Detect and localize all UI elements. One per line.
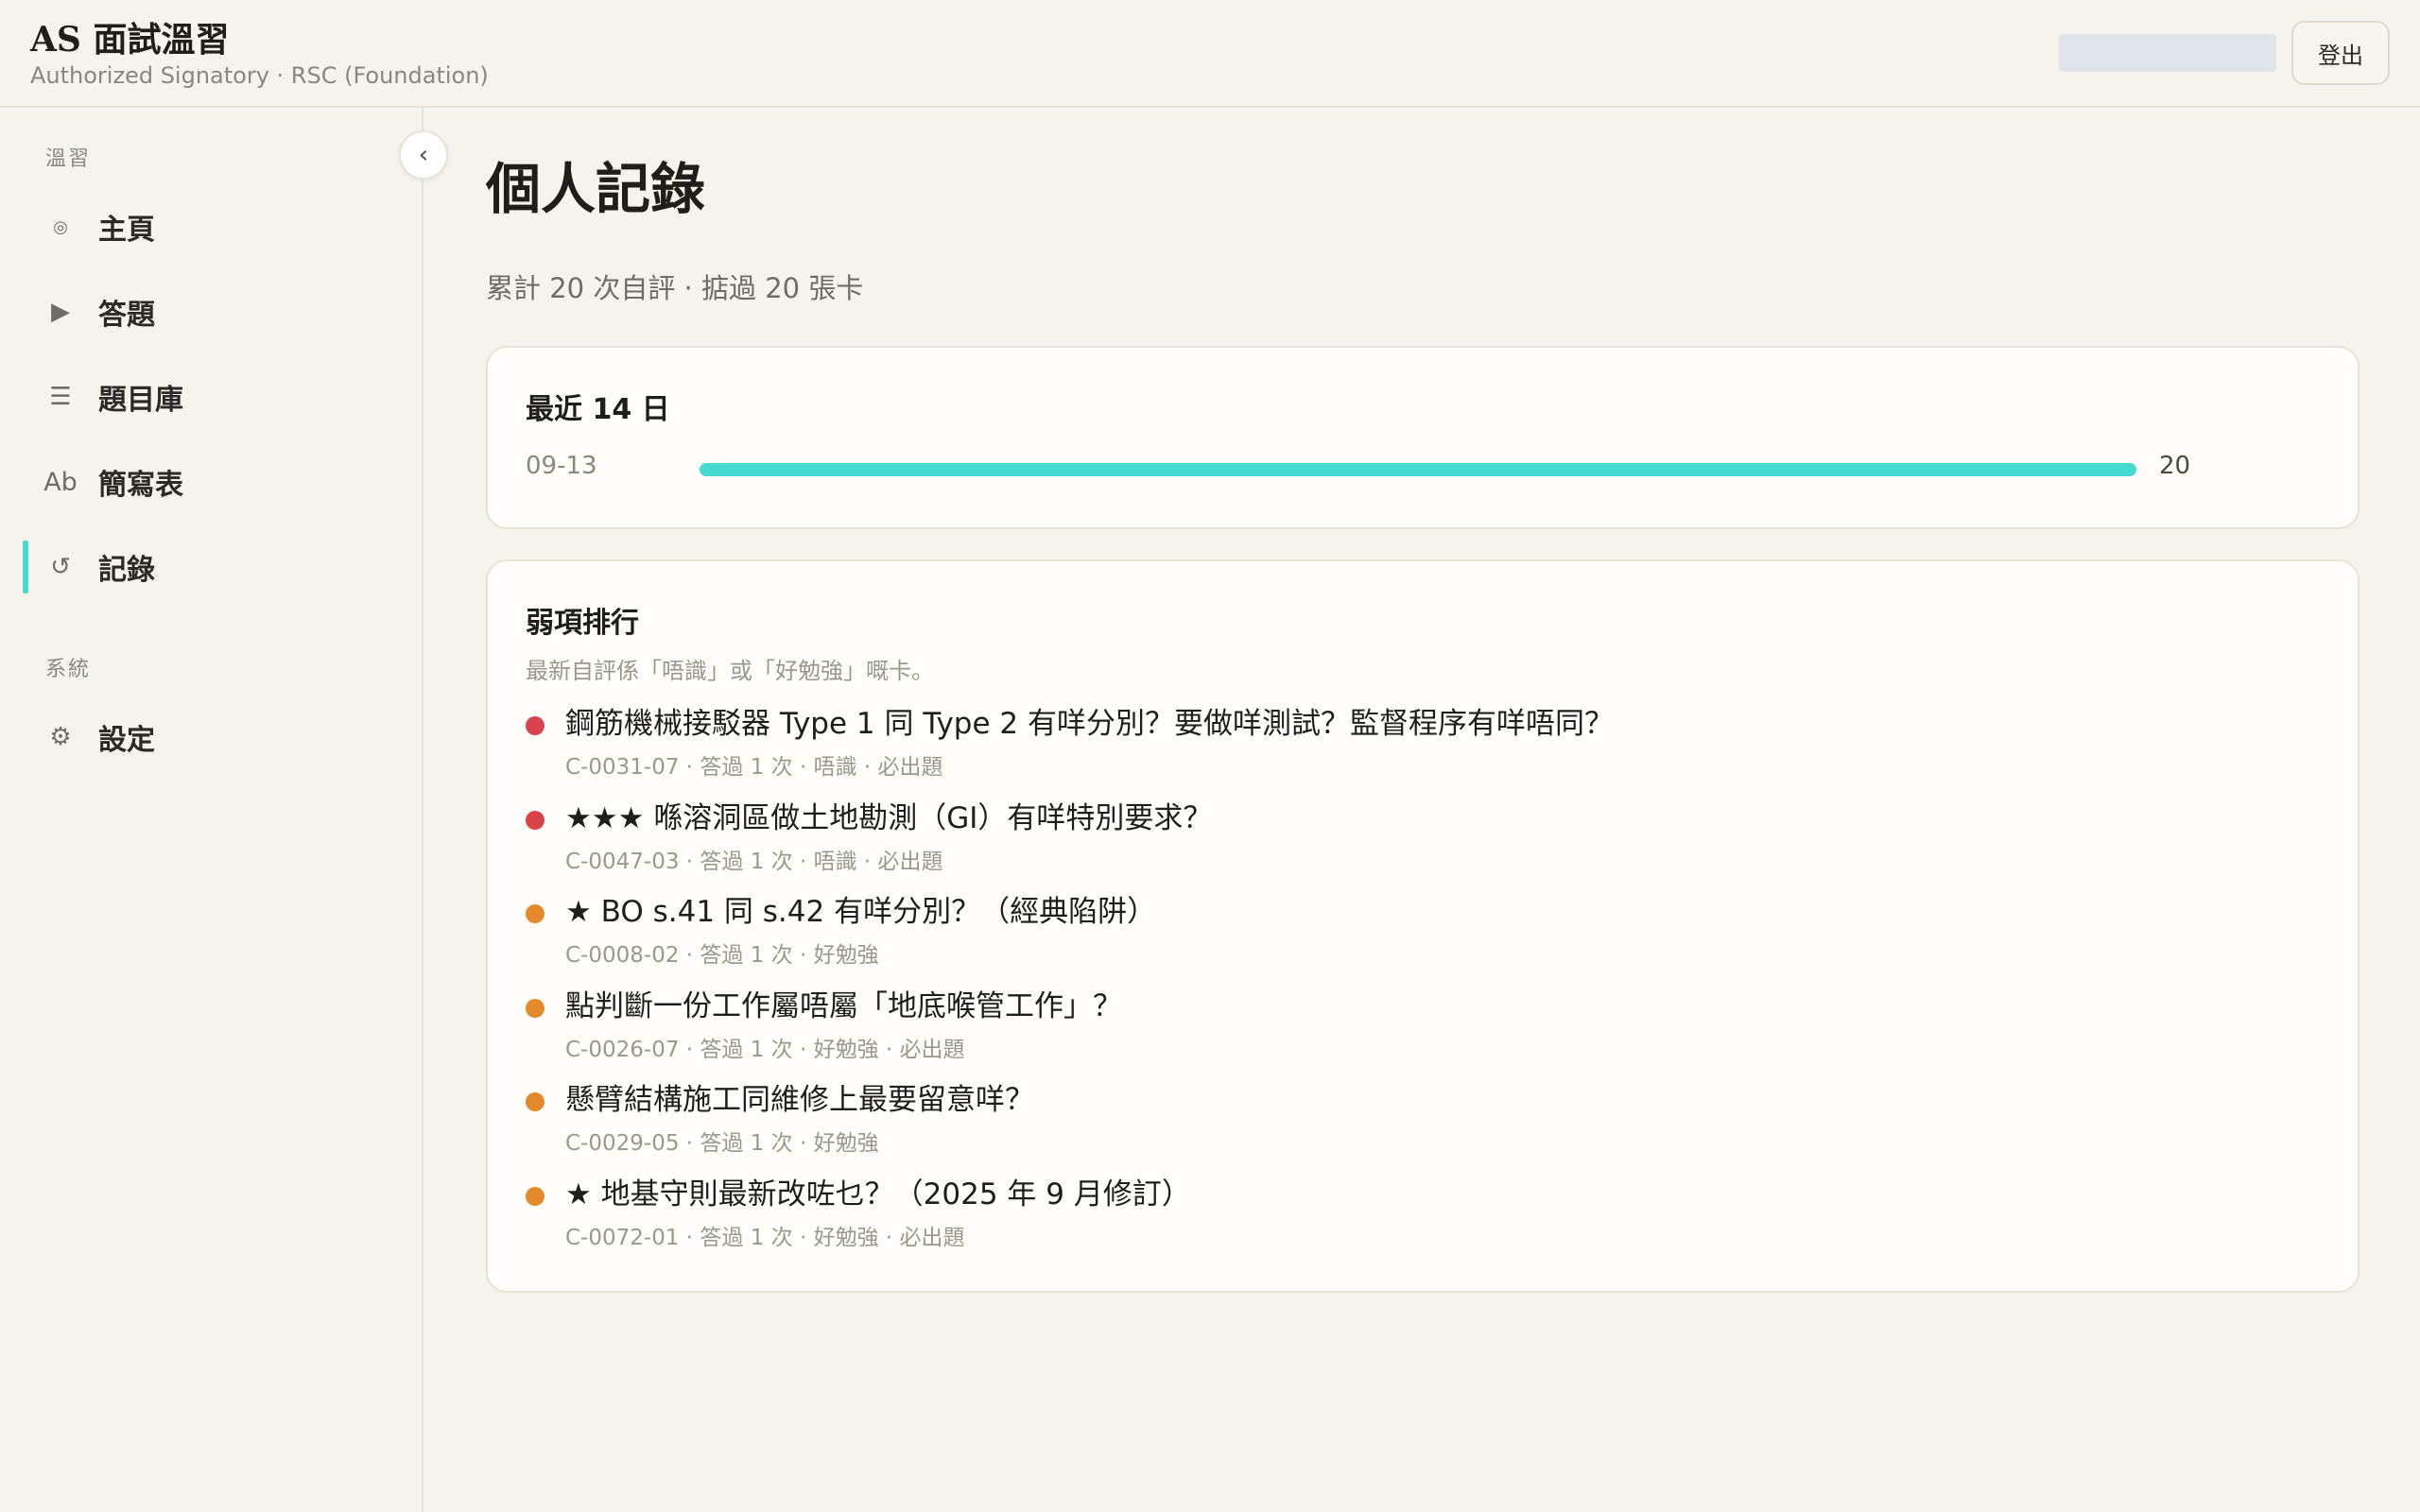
top-header: AS 面試溫習 Authorized Signatory · RSC (Foun… [0, 0, 2420, 108]
status-dot [526, 1186, 544, 1206]
status-dot [526, 904, 544, 923]
weak-list-item[interactable]: 懸臂結構施工同維修上最要留意咩？ C-0029-05 · 答過 1 次 · 好勉… [526, 1079, 2322, 1174]
status-dot [526, 810, 544, 830]
history-icon: ↺ [50, 553, 71, 581]
weak-meta: C-0047-03 · 答過 1 次 · 唔識 · 必出題 [565, 849, 943, 874]
chevron-left-icon: ‹ [418, 141, 429, 169]
activity-bar-fill [700, 463, 2136, 476]
sidebar: 溫習 ◎ 主頁 ▶ 答題 ☰ 題目庫 Ab 簡寫表 ↺ 記錄 系統 ⚙ 設定 [0, 108, 424, 1512]
status-dot [526, 998, 544, 1018]
weak-meta: C-0029-05 · 答過 1 次 · 好勉強 [565, 1131, 879, 1156]
bar-date-label: 09-13 [526, 452, 597, 480]
weak-list-item[interactable]: ★ 地基守則最新改咗乜？（2025 年 9 月修訂） C-0072-01 · 答… [526, 1174, 2322, 1268]
weak-list-item[interactable]: ★★★ 喺溶洞區做土地勘測（GI）有咩特別要求？ C-0047-03 · 答過 … [526, 798, 2322, 892]
nav-section-system: 系統 [45, 658, 92, 681]
weak-list-item[interactable]: 點判斷一份工作屬唔屬「地底喉管工作」？ C-0026-07 · 答過 1 次 ·… [526, 986, 2322, 1080]
list-icon: ☰ [49, 383, 72, 411]
weak-topics-card: 弱項排行 最新自評係「唔識」或「好勉強」嘅卡。 鋼筋機械接駁器 Type 1 同… [486, 559, 2360, 1293]
sidebar-item-settings[interactable]: ⚙ 設定 [23, 707, 401, 767]
weak-question[interactable]: 點判斷一份工作屬唔屬「地底喉管工作」？ [565, 986, 1122, 1027]
card-title: 弱項排行 [526, 607, 639, 640]
activity-bar-track [700, 463, 2136, 476]
collapse-sidebar-button[interactable]: ‹ [399, 130, 448, 180]
weak-list-item[interactable]: 鋼筋機械接駁器 Type 1 同 Type 2 有咩分別？要做咩測試？監督程序有… [526, 703, 2322, 798]
weak-question[interactable]: ★ 地基守則最新改咗乜？（2025 年 9 月修訂） [565, 1174, 1191, 1215]
status-dot [526, 716, 544, 735]
weak-question[interactable]: ★★★ 喺溶洞區做土地勘測（GI）有咩特別要求？ [565, 798, 1212, 839]
app-title: AS 面試溫習 [30, 20, 230, 60]
card-title: 最近 14 日 [526, 393, 670, 426]
gear-icon: ⚙ [49, 723, 72, 751]
sidebar-item-abbreviations[interactable]: Ab 簡寫表 [23, 452, 401, 512]
sidebar-item-label: 答題 [98, 299, 155, 332]
status-dot [526, 1092, 544, 1111]
abbreviation-icon: Ab [43, 467, 78, 497]
logout-button[interactable]: 登出 [2291, 21, 2390, 85]
sidebar-item-records[interactable]: ↺ 記錄 [23, 537, 401, 597]
sidebar-item-label: 設定 [98, 724, 155, 757]
play-icon: ▶ [51, 298, 70, 326]
sidebar-item-label: 記錄 [98, 554, 155, 587]
app-subtitle: Authorized Signatory · RSC (Foundation) [30, 62, 489, 89]
weak-question[interactable]: ★ BO s.41 同 s.42 有咩分別？（經典陷阱） [565, 891, 1156, 933]
card-description: 最新自評係「唔識」或「好勉強」嘅卡。 [526, 658, 934, 684]
sidebar-item-label: 題目庫 [98, 384, 183, 417]
weak-list: 鋼筋機械接駁器 Type 1 同 Type 2 有咩分別？要做咩測試？監督程序有… [526, 703, 2322, 1267]
sidebar-item-answer[interactable]: ▶ 答題 [23, 282, 401, 342]
weak-question[interactable]: 懸臂結構施工同維修上最要留意咩？ [565, 1079, 1034, 1121]
weak-list-item[interactable]: ★ BO s.41 同 s.42 有咩分別？（經典陷阱） C-0008-02 ·… [526, 891, 2322, 986]
page-title: 個人記錄 [486, 157, 706, 221]
weak-meta: C-0031-07 · 答過 1 次 · 唔識 · 必出題 [565, 755, 943, 780]
page-summary: 累計 20 次自評 · 掂過 20 張卡 [486, 272, 864, 304]
sidebar-item-question-bank[interactable]: ☰ 題目庫 [23, 367, 401, 427]
weak-meta: C-0008-02 · 答過 1 次 · 好勉強 [565, 943, 879, 968]
weak-question[interactable]: 鋼筋機械接駁器 Type 1 同 Type 2 有咩分別？要做咩測試？監督程序有… [565, 703, 1614, 745]
weak-meta: C-0072-01 · 答過 1 次 · 好勉強 · 必出題 [565, 1225, 965, 1250]
home-icon: ◎ [53, 216, 68, 237]
weak-meta: C-0026-07 · 答過 1 次 · 好勉強 · 必出題 [565, 1037, 965, 1062]
user-email-placeholder [2059, 34, 2276, 72]
sidebar-item-label: 主頁 [98, 214, 155, 247]
brand[interactable]: AS 面試溫習 Authorized Signatory · RSC (Foun… [30, 19, 489, 91]
recent-activity-card: 最近 14 日 09-13 20 [486, 346, 2360, 529]
sidebar-item-label: 簡寫表 [98, 469, 183, 502]
sidebar-item-home[interactable]: ◎ 主頁 [23, 197, 401, 257]
bar-count-label: 20 [2159, 452, 2191, 480]
nav-section-study: 溫習 [45, 147, 92, 171]
